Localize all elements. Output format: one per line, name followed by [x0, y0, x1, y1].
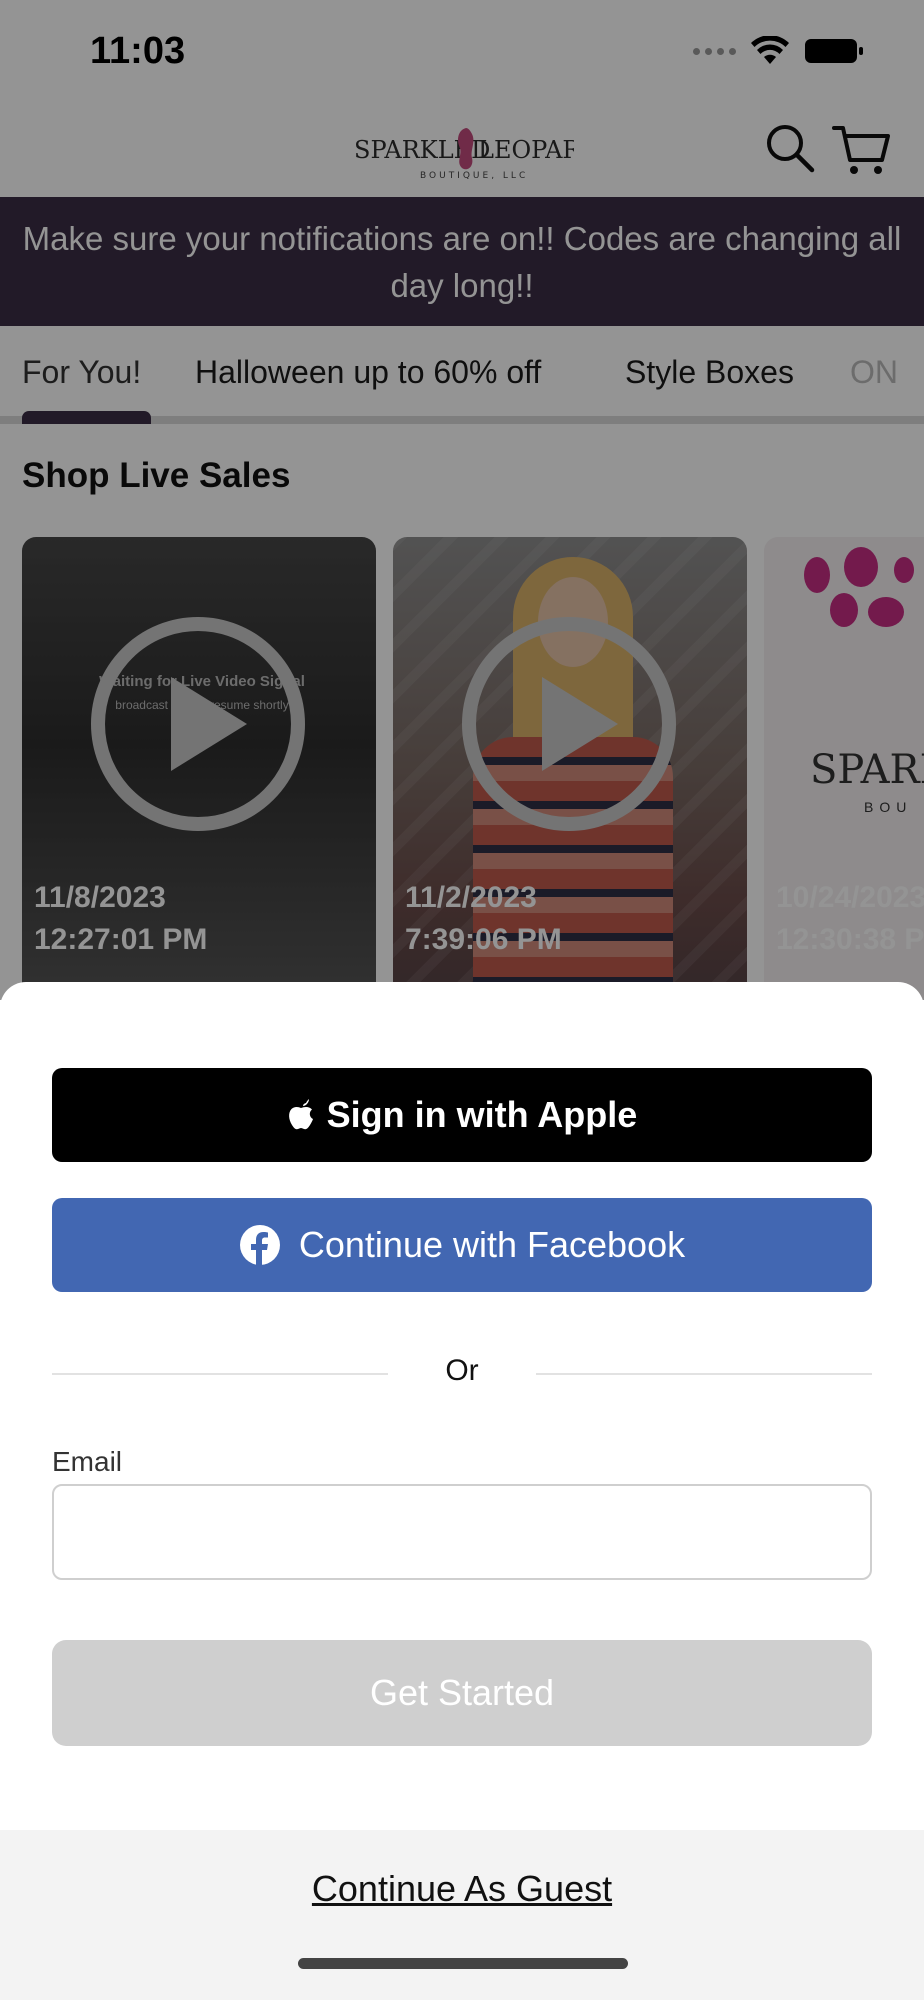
- leopard-spot: [804, 557, 830, 593]
- status-icons: [693, 36, 864, 66]
- cart-icon[interactable]: [832, 122, 892, 178]
- tab-halloween[interactable]: Halloween up to 60% off: [195, 354, 541, 391]
- divider-right: [536, 1373, 872, 1375]
- card-date: 10/24/2023 12:30:38 PM: [776, 881, 924, 956]
- card-brand-sub: BOU: [864, 799, 913, 815]
- email-label: Email: [52, 1446, 123, 1477]
- category-tabs: For You! Halloween up to 60% off Style B…: [0, 326, 924, 424]
- svg-text:BOUTIQUE, LLC: BOUTIQUE, LLC: [420, 171, 528, 181]
- live-sale-card[interactable]: SPARKLED BOU 10/24/2023 12:30:38 PM: [764, 537, 924, 1000]
- divider-left: [52, 1373, 388, 1375]
- status-bar: 11:03: [0, 0, 924, 100]
- section-title: Shop Live Sales: [22, 456, 291, 495]
- card-date: 11/8/2023 12:27:01 PM: [34, 881, 208, 956]
- live-sale-card[interactable]: Waiting for Live Video Signal broadcast …: [22, 537, 376, 1000]
- battery-icon: [805, 39, 863, 63]
- guest-bar: Continue As Guest: [0, 1830, 924, 2000]
- leopard-spot: [868, 597, 904, 627]
- active-tab-indicator: [22, 411, 151, 424]
- play-icon[interactable]: [460, 615, 678, 833]
- facebook-icon: [239, 1225, 280, 1265]
- card-date: 11/2/2023 7:39:06 PM: [405, 881, 562, 956]
- apple-button-label: Sign in with Apple: [326, 1094, 638, 1135]
- cellular-signal-icon: [693, 47, 736, 55]
- tab-for-you[interactable]: For You!: [22, 354, 141, 391]
- wifi-icon: [751, 36, 789, 64]
- continue-as-guest-link[interactable]: Continue As Guest: [0, 1868, 924, 1910]
- status-time: 11:03: [90, 30, 186, 72]
- leopard-spot: [844, 547, 878, 587]
- svg-text:LEOPARD: LEOPARD: [478, 136, 574, 164]
- card-brand: SPARKLED: [810, 747, 924, 793]
- leopard-spot: [830, 593, 858, 627]
- get-started-button[interactable]: Get Started: [52, 1640, 872, 1746]
- brand-logo[interactable]: SPARKLED LEOPARD BOUTIQUE, LLC: [350, 118, 574, 182]
- facebook-button-label: Continue with Facebook: [298, 1224, 686, 1265]
- divider-or: Or: [445, 1354, 479, 1387]
- live-sales-section: Shop Live Sales Waiting for Live Video S…: [0, 432, 924, 1000]
- live-sales-carousel[interactable]: Waiting for Live Video Signal broadcast …: [22, 537, 924, 1000]
- email-field[interactable]: [52, 1484, 872, 1580]
- app-header: SPARKLED LEOPARD BOUTIQUE, LLC: [0, 100, 924, 197]
- tab-style-boxes[interactable]: Style Boxes: [625, 354, 794, 391]
- apple-icon: [288, 1099, 313, 1130]
- continue-with-facebook-button[interactable]: Continue with Facebook: [52, 1198, 872, 1292]
- banner-text: Make sure your notifications are on!! Co…: [22, 219, 902, 304]
- notification-banner: Make sure your notifications are on!! Co…: [0, 197, 924, 326]
- sign-in-with-apple-button[interactable]: Sign in with Apple: [52, 1068, 872, 1162]
- search-icon[interactable]: [764, 122, 816, 174]
- live-sale-card[interactable]: 11/2/2023 7:39:06 PM: [393, 537, 747, 1000]
- tab-on[interactable]: ON: [850, 354, 898, 391]
- sign-in-sheet: Sign in with Apple Continue with Faceboo…: [0, 982, 924, 2000]
- leopard-spot: [894, 557, 914, 583]
- play-icon[interactable]: [89, 615, 307, 833]
- home-indicator: [298, 1958, 628, 1969]
